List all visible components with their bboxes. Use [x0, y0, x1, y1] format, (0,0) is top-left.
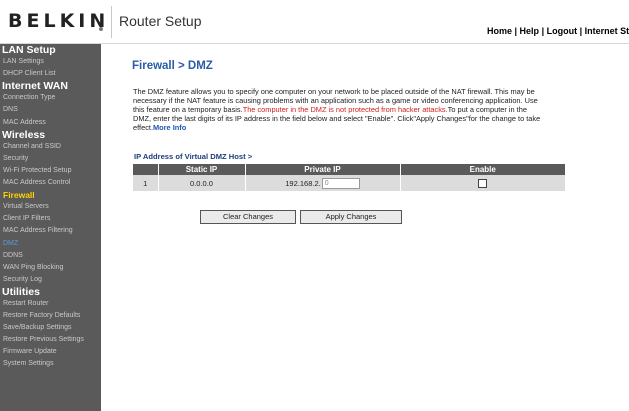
sidebar-group-firewall[interactable]: Firewall: [0, 189, 101, 201]
enable-cell: [400, 175, 565, 191]
dmz-table: Static IP Private IP Enable 1 0.0.0.0 19…: [133, 164, 565, 191]
belkin-logo: BELKIN: [8, 10, 110, 32]
more-info-link[interactable]: More Info: [153, 123, 186, 132]
page-title: Firewall > DMZ: [132, 60, 213, 72]
link-separator: |: [539, 26, 547, 36]
sidebar-item-mac-address-filtering[interactable]: MAC Address Filtering: [0, 225, 101, 237]
row-index: 1: [133, 175, 159, 191]
link-separator: |: [512, 26, 520, 36]
header-enable: Enable: [400, 164, 565, 175]
sidebar-item-client-ip-filters[interactable]: Client IP Filters: [0, 213, 101, 225]
static-ip-value: 0.0.0.0: [158, 175, 246, 191]
sidebar-group-lan-setup: LAN Setup: [2, 44, 56, 56]
header: BELKIN Router Setup Home | Help | Logout…: [0, 0, 629, 44]
sidebar-item-restore-factory-defaults[interactable]: Restore Factory Defaults: [0, 310, 101, 322]
header-index: [133, 164, 159, 175]
dmz-table-label: IP Address of Virtual DMZ Host >: [134, 152, 253, 161]
sidebar-item-restart-router[interactable]: Restart Router: [0, 298, 101, 310]
sidebar-item-wan-ping-blocking[interactable]: WAN Ping Blocking: [0, 262, 101, 274]
private-ip-input[interactable]: [321, 177, 360, 189]
sidebar-item-dns[interactable]: DNS: [0, 104, 101, 116]
sidebar-item-ddns[interactable]: DDNS: [0, 250, 101, 262]
sidebar: LAN Setup LAN Settings DHCP Client List …: [0, 44, 101, 411]
sidebar-item-virtual-servers[interactable]: Virtual Servers: [0, 201, 101, 213]
sidebar-group-wireless: Wireless: [2, 128, 46, 141]
sidebar-group-utilities: Utilities: [2, 285, 40, 298]
sidebar-item-dmz[interactable]: DMZ: [0, 238, 101, 250]
sidebar-item-restore-previous-settings[interactable]: Restore Previous Settings: [0, 334, 101, 346]
sidebar-item-firmware-update[interactable]: Firmware Update: [0, 346, 101, 358]
logo-dot-icon: [99, 27, 103, 31]
sidebar-item-dhcp-client-list[interactable]: DHCP Client List: [0, 68, 101, 80]
apply-changes-button[interactable]: Apply Changes: [300, 210, 402, 224]
enable-checkbox[interactable]: [478, 178, 488, 188]
sidebar-item-lan-settings[interactable]: LAN Settings: [0, 56, 101, 68]
header-static-ip: Static IP: [158, 164, 246, 175]
top-links: Home | Help | Logout | Internet Status: [487, 26, 629, 36]
app-title: Router Setup: [119, 13, 202, 29]
table-header-row: Static IP Private IP Enable: [133, 164, 565, 175]
sidebar-item-channel-ssid[interactable]: Channel and SSID: [0, 141, 101, 153]
dmz-description: The DMZ feature allows you to specify on…: [133, 87, 543, 132]
sidebar-group-internet-wan: Internet WAN: [2, 80, 68, 93]
sidebar-item-mac-address[interactable]: MAC Address: [0, 117, 101, 129]
home-link[interactable]: Home: [487, 26, 512, 36]
private-ip-prefix: 192.168.2.: [285, 178, 321, 188]
sidebar-item-security-log[interactable]: Security Log: [0, 274, 101, 286]
internet-status-link[interactable]: Internet Status: [585, 26, 629, 36]
header-private-ip: Private IP: [245, 164, 401, 175]
sidebar-item-wps[interactable]: Wi-Fi Protected Setup: [0, 165, 101, 177]
sidebar-item-save-backup-settings[interactable]: Save/Backup Settings: [0, 322, 101, 334]
table-row: 1 0.0.0.0 192.168.2.: [133, 175, 565, 191]
main-content: Firewall > DMZ The DMZ feature allows yo…: [101, 44, 629, 411]
sidebar-item-mac-address-control[interactable]: MAC Address Control: [0, 177, 101, 189]
sidebar-item-security[interactable]: Security: [0, 153, 101, 165]
link-separator: |: [577, 26, 585, 36]
private-ip-cell: 192.168.2.: [245, 175, 401, 191]
logout-link[interactable]: Logout: [547, 26, 578, 36]
sidebar-item-system-settings[interactable]: System Settings: [0, 358, 101, 370]
help-link[interactable]: Help: [520, 26, 540, 36]
sidebar-item-connection-type[interactable]: Connection Type: [0, 92, 101, 104]
description-warning: The computer in the DMZ is not protected…: [242, 105, 448, 114]
header-divider: [111, 6, 112, 38]
clear-changes-button[interactable]: Clear Changes: [200, 210, 296, 224]
